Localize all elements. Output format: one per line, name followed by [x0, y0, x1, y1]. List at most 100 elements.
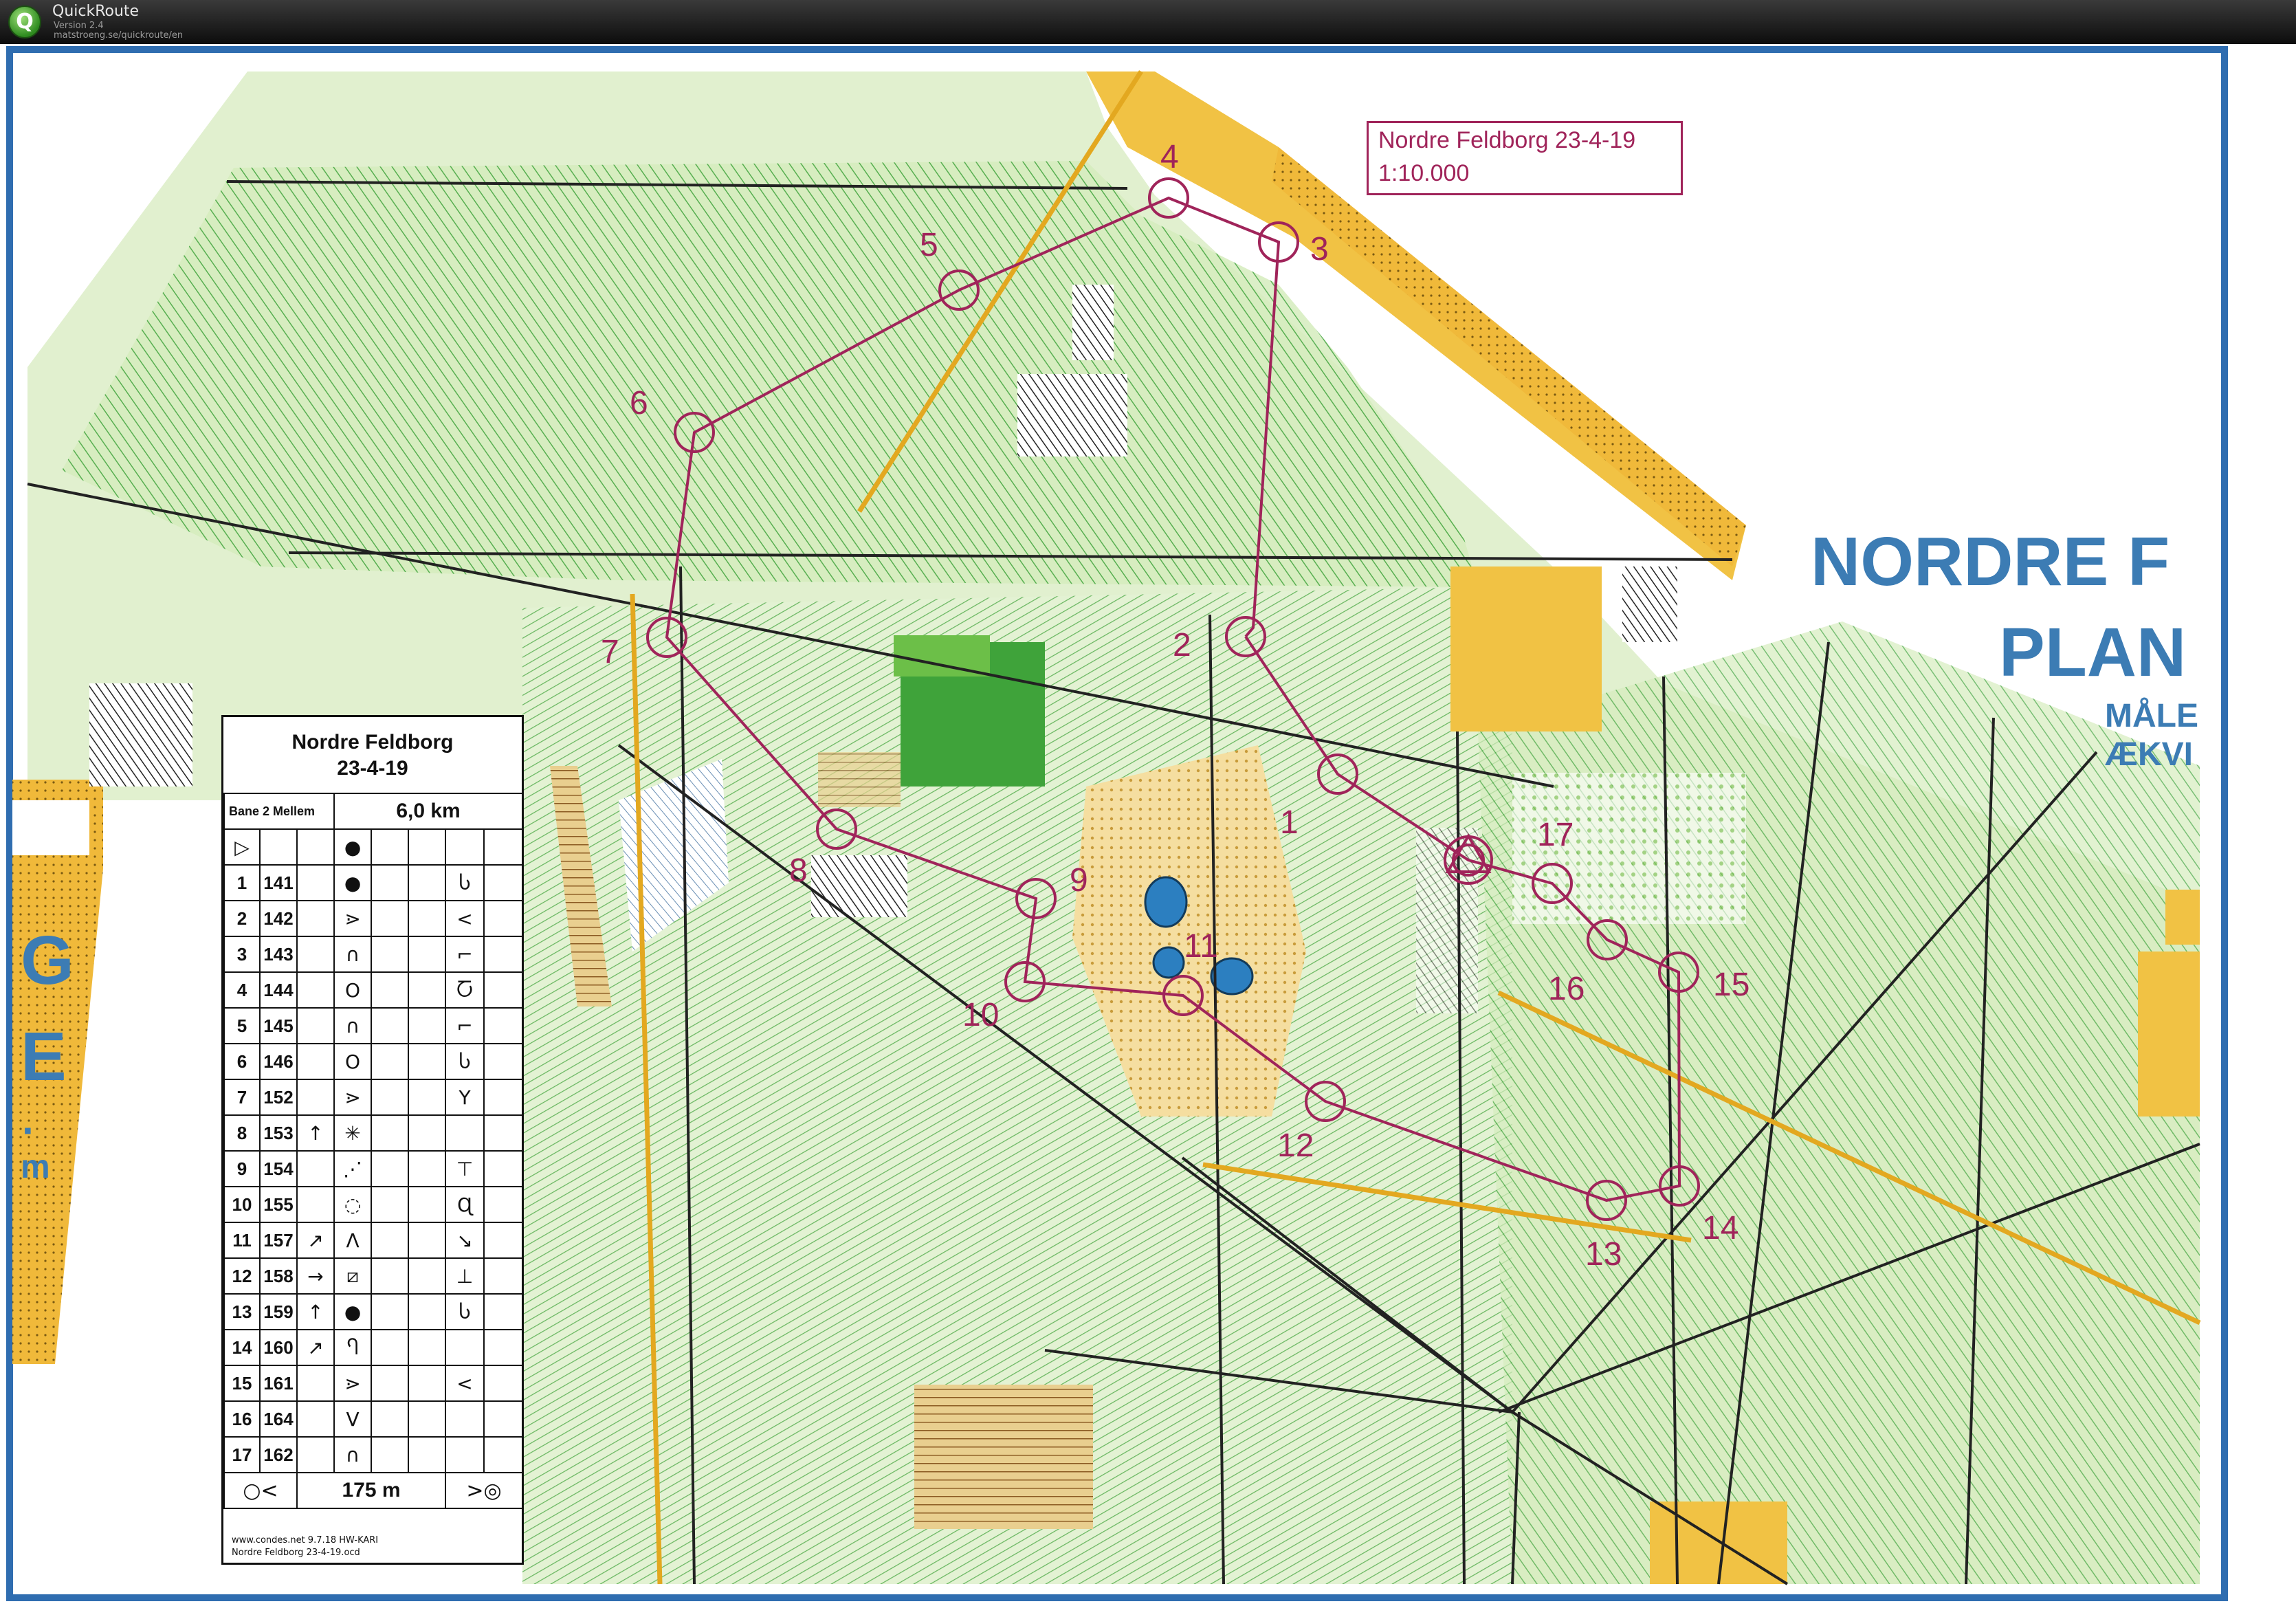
appearance-cell: [408, 1436, 447, 1473]
position-cell: ↘: [445, 1222, 485, 1259]
cultivated-block-3: [89, 683, 192, 786]
margin-title-line3: MÅLE: [2105, 698, 2198, 734]
control-12-label: 12: [1277, 1128, 1314, 1164]
control-code-cell: 145: [259, 1007, 298, 1044]
feature-cell: ∩: [333, 1436, 373, 1473]
control-number-cell: 9: [223, 1150, 261, 1187]
description-event-date: 23-4-19: [337, 757, 408, 780]
detail-cell: [371, 1365, 410, 1402]
control-code-cell: 157: [259, 1222, 298, 1259]
detail-cell: [371, 1293, 410, 1330]
control-number-cell: 10: [223, 1186, 261, 1223]
feature-cell: ∩: [333, 1007, 373, 1044]
control-9-label: 9: [1070, 862, 1088, 899]
detail-cell: [371, 1007, 410, 1044]
feature-cell: ⋗: [333, 1079, 373, 1116]
feature-cell: ◌: [333, 1186, 373, 1223]
description-row: 11 157 ↗ Λ ↘: [223, 1222, 524, 1259]
description-row: 10 155 ◌ Ɋ: [223, 1186, 524, 1223]
control-number-cell: 13: [223, 1293, 261, 1330]
start-cell: [371, 828, 410, 866]
detail-cell: [371, 1150, 410, 1187]
cultivated-block-6: [811, 855, 907, 917]
map-title-name: Nordre Feldborg 23-4-19: [1378, 127, 1636, 153]
detail-cell: [371, 971, 410, 1009]
margin-title-line2: PLAN: [1999, 614, 2187, 691]
dark-green-block-inner: [894, 635, 990, 676]
detail-cell: [371, 1186, 410, 1223]
direction-cell: [296, 900, 335, 937]
appearance-cell: [408, 1007, 447, 1044]
extra-cell: [483, 1365, 524, 1402]
quickroute-logo-icon: Q: [8, 6, 41, 38]
position-cell: Ɋ: [445, 1186, 485, 1223]
feature-cell: V: [333, 1400, 373, 1438]
detail-cell: [371, 1400, 410, 1438]
control-2-label: 2: [1173, 627, 1191, 663]
description-row: 7 152 ⋗ Y: [223, 1079, 524, 1116]
feature-cell: ⋰: [333, 1150, 373, 1187]
position-cell: ⊥: [445, 1257, 485, 1295]
direction-cell: ↑: [296, 1114, 335, 1152]
extra-cell: [483, 1007, 524, 1044]
lake-1: [1144, 876, 1188, 928]
extra-cell: [483, 1222, 524, 1259]
cultivated-block-1: [1017, 374, 1127, 456]
title-bar[interactable]: Q QuickRoute Version 2.4 matstroeng.se/q…: [0, 0, 2296, 44]
description-event-name: Nordre Feldborg: [291, 731, 454, 754]
description-row: 3 143 ∩ ⌐: [223, 936, 524, 973]
feature-cell: O: [333, 971, 373, 1009]
control-code-cell: 154: [259, 1150, 298, 1187]
yellow-field-far-east: [2138, 952, 2200, 1116]
detail-cell: [371, 900, 410, 937]
extra-cell: [483, 900, 524, 937]
description-row: 15 161 ⋗ <: [223, 1365, 524, 1402]
feature-cell: ⋗: [333, 1365, 373, 1402]
direction-cell: [296, 1186, 335, 1223]
margin-left-g: G: [21, 922, 74, 999]
description-finish-row: ○< 175 m >◎: [223, 1472, 524, 1509]
control-code-cell: 153: [259, 1114, 298, 1152]
control-description-table: Bane 2 Mellem 6,0 km ▷ ● 1 141 ● Ⴑ 2 142 ⋗ <3 14…: [223, 793, 524, 1509]
cultivated-block-4: [1416, 828, 1478, 1013]
position-cell: Ⴑ: [445, 1043, 485, 1080]
control-3-label: 3: [1310, 231, 1329, 267]
appearance-cell: [408, 936, 447, 973]
appearance-cell: [408, 1293, 447, 1330]
feature-cell: O: [333, 1043, 373, 1080]
feature-cell: ●: [333, 1293, 373, 1330]
left-margin-white: [12, 800, 89, 855]
control-code-cell: 152: [259, 1079, 298, 1116]
control-code-cell: 159: [259, 1293, 298, 1330]
control-code-cell: 158: [259, 1257, 298, 1295]
description-start-row: ▷ ●: [223, 828, 524, 866]
position-cell: [445, 1329, 485, 1366]
map-viewport[interactable]: 1 2 3 4 5 6 7 8 9 10 11 12 13 14 15 16 1…: [0, 44, 2296, 1606]
direction-cell: [296, 1365, 335, 1402]
position-cell: Ⴀ: [445, 971, 485, 1009]
description-row: 8 153 ↑ ✳: [223, 1114, 524, 1152]
feature-cell: ⋗: [333, 900, 373, 937]
extra-cell: [483, 1043, 524, 1080]
position-cell: Y: [445, 1079, 485, 1116]
margin-left-e: E: [21, 1018, 67, 1095]
direction-cell: [296, 1400, 335, 1438]
brown-strip-north: [818, 752, 901, 807]
control-code-cell: 143: [259, 936, 298, 973]
description-row: 16 164 V: [223, 1400, 524, 1438]
extra-cell: [483, 1150, 524, 1187]
quickroute-window: Q QuickRoute Version 2.4 matstroeng.se/q…: [0, 0, 2296, 1606]
direction-cell: ↑: [296, 1293, 335, 1330]
detail-cell: [371, 936, 410, 973]
appearance-cell: [408, 900, 447, 937]
control-6-label: 6: [630, 385, 648, 421]
extra-cell: [483, 1257, 524, 1295]
control-11-label: 11: [1184, 928, 1218, 965]
direction-cell: [296, 971, 335, 1009]
description-row: 9 154 ⋰ ⊤: [223, 1150, 524, 1187]
control-number-cell: 7: [223, 1079, 261, 1116]
direction-cell: [296, 1007, 335, 1044]
extra-cell: [483, 1436, 524, 1473]
margin-left-dot: ·: [22, 1108, 36, 1154]
start-triangle-icon: ▷: [223, 828, 261, 866]
